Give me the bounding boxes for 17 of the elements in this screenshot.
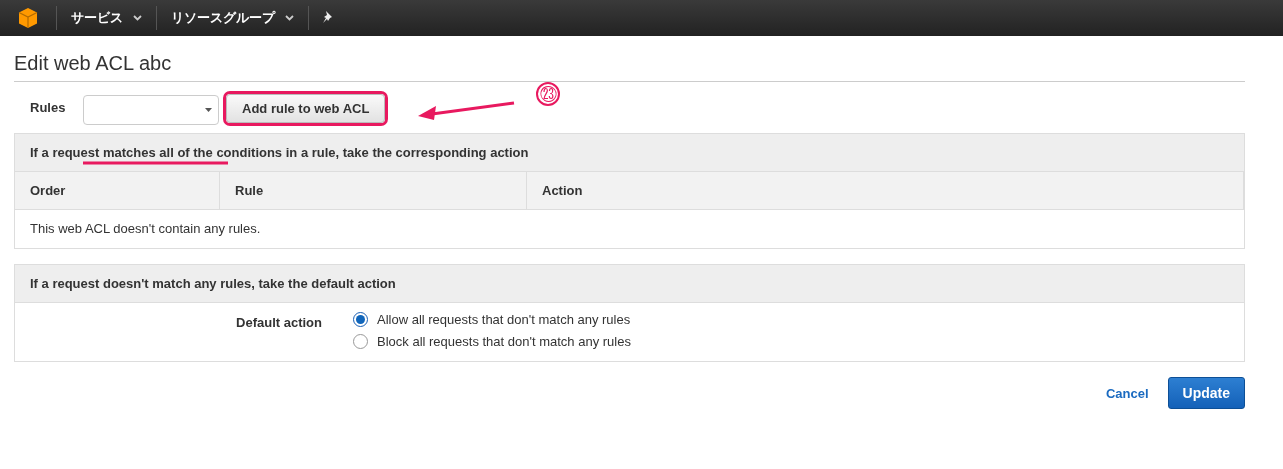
panel-heading: If a request matches all of the conditions in a rule, take the corresponding action [15,134,1244,172]
update-button[interactable]: Update [1167,377,1245,409]
cancel-link[interactable]: Cancel [1105,385,1149,401]
nav-menu[interactable]: リソースグループ [157,9,308,27]
default-action-label: Default action [235,314,322,332]
empty-message: This web ACL doesn't contain any rules. [29,220,262,238]
column-header: Order [15,172,220,209]
nav-menu[interactable]: サービス [57,9,156,27]
column-header: Action [527,172,1244,209]
annotation-marker: ㉓ [536,82,560,106]
panel-heading: If a request doesn't match any rules, take the default action [15,265,1244,303]
page-title: Edit web ACL abc [14,36,1245,82]
add-rule-button[interactable]: Add rule to web ACL [226,94,386,123]
radio-label[interactable]: Block all requests that don't match any rules [377,334,631,349]
radio-label[interactable]: Allow all requests that don't match any rules [377,312,631,327]
rules-label: Rules [30,99,67,115]
column-header: Rule [220,172,527,209]
